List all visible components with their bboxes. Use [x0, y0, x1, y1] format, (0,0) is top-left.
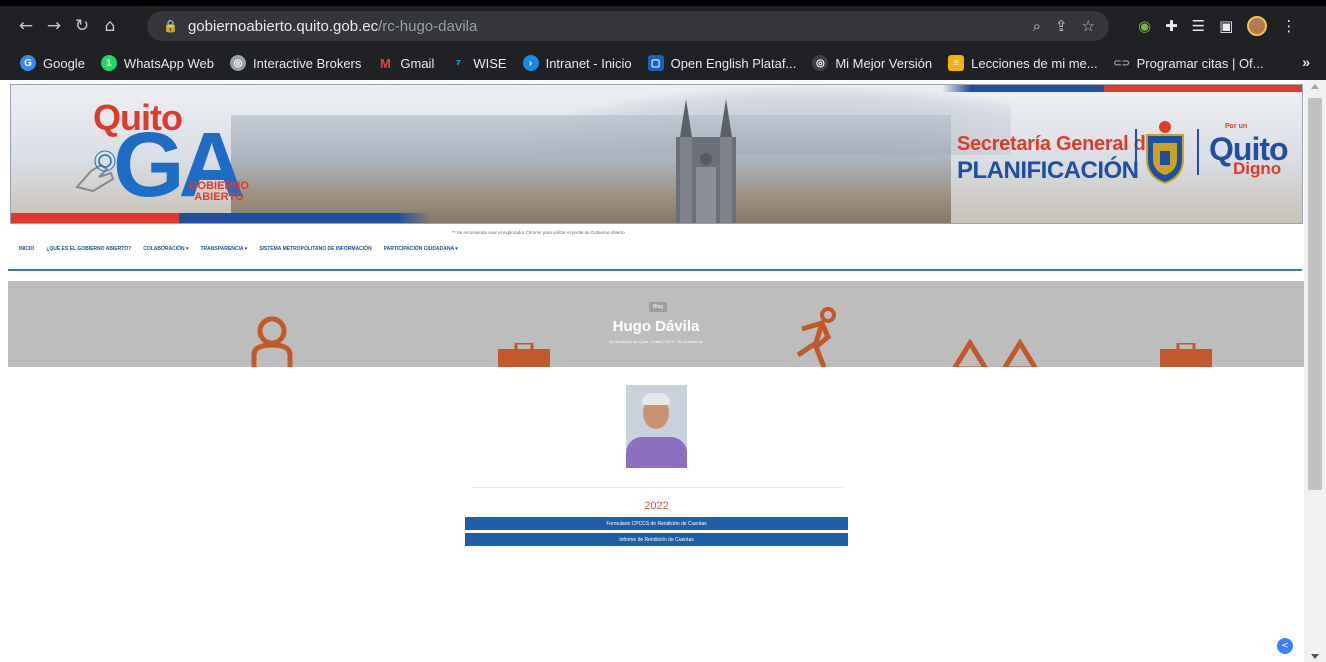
globe-icon: ◎	[230, 55, 247, 71]
document-icon: ≡	[948, 55, 965, 71]
address-bar[interactable]: 🔒 gobiernoabierto.quito.gob.ec/rc-hugo-d…	[147, 11, 1109, 41]
wise-icon: ⁷	[455, 55, 462, 71]
profile-photo	[626, 385, 687, 468]
menu-icon[interactable]: ⋮	[1281, 17, 1296, 35]
bookmark-lecciones[interactable]: ≡ Lecciones de mi me...	[948, 55, 1098, 71]
intranet-icon: ›	[522, 55, 539, 71]
side-panel-icon[interactable]: ▣	[1219, 17, 1233, 35]
briefcase-icon	[498, 343, 550, 367]
por-un-text: Por un	[1225, 123, 1248, 130]
nav-inicio[interactable]: INICIO	[19, 246, 34, 252]
profile-avatar-icon[interactable]	[1247, 16, 1268, 36]
post-hero: Blog Hugo Dávila By Municipio de Quito ·…	[8, 281, 1304, 367]
basilica-illustration	[676, 99, 736, 223]
home-icon[interactable]: ⌂	[96, 12, 124, 40]
nav-sistema-metropolitano[interactable]: SISTEMA METROPOLITANO DE INFORMACIÓN	[259, 246, 372, 252]
bookmark-whatsapp[interactable]: 1 WhatsApp Web	[100, 55, 214, 71]
share-icon[interactable]: ⇪	[1055, 17, 1068, 35]
scroll-down-arrow-icon[interactable]	[1311, 654, 1319, 659]
back-icon[interactable]: ←	[12, 12, 40, 40]
share-fab-icon[interactable]: <	[1277, 638, 1293, 654]
bookmark-programar-citas[interactable]: ⊂⊃ Programar citas | Of...	[1113, 55, 1263, 71]
logo-gobierno-abierto: GOBIERNO ABIERTO	[189, 180, 249, 203]
post-title: Hugo Dávila	[612, 318, 700, 335]
reload-icon[interactable]: ↻	[68, 12, 96, 40]
browser-chrome: ← → ↻ ⌂ 🔒 gobiernoabierto.quito.gob.ec/r…	[0, 0, 1326, 80]
google-icon: G	[20, 55, 36, 71]
main-navigation: INICIO ¿QUÉ ES EL GOBIERNO ABIERTO? COLA…	[19, 246, 458, 252]
year-heading: 2022	[644, 500, 669, 512]
whatsapp-icon: 1	[100, 55, 117, 71]
forward-icon[interactable]: →	[40, 12, 68, 40]
quito-coat-of-arms-icon	[1146, 121, 1184, 185]
lock-icon[interactable]: 🔒	[163, 19, 178, 33]
bookmark-open-english[interactable]: ▢ Open English Plataf...	[647, 55, 796, 71]
reading-list-icon[interactable]: ☰	[1192, 17, 1205, 35]
url-host: gobiernoabierto.quito.gob.ec	[187, 17, 379, 35]
more-bookmarks-button[interactable]: »	[1302, 54, 1310, 70]
url-path: /rc-hugo-davila	[378, 17, 478, 35]
quito-ga-logo[interactable]: Quito GA GOBIERNO ABIERTO	[71, 97, 251, 215]
planificacion-title: PLANIFICACIÓN	[957, 157, 1139, 184]
nav-colaboracion[interactable]: COLABORACIÓN ▾	[143, 246, 188, 252]
logo-divider	[1135, 129, 1137, 175]
bookmark-intranet[interactable]: › Intranet - Inicio	[522, 55, 632, 71]
header-banner: Quito GA GOBIERNO ABIERTO Secretaría Gen…	[10, 84, 1303, 224]
secretaria-planificacion-logo: Secretaría General de PLANIFICACIÓN Por …	[957, 119, 1297, 189]
zoom-icon[interactable]: ⌕	[1033, 17, 1041, 35]
nav-que-es-gobierno-abierto[interactable]: ¿QUÉ ES EL GOBIERNO ABIERTO?	[46, 246, 131, 252]
circle-icon: ◎	[812, 55, 829, 71]
logo-divider-2	[1197, 129, 1199, 175]
scroll-thumb[interactable]	[1308, 98, 1322, 490]
bookmark-gmail[interactable]: M Gmail	[377, 55, 434, 71]
bookmark-wise[interactable]: ⁷ WISE	[450, 55, 507, 71]
web-page: Quito GA GOBIERNO ABIERTO Secretaría Gen…	[0, 80, 1304, 662]
page-scrollbar[interactable]	[1304, 80, 1326, 662]
category-badge[interactable]: Blog	[649, 302, 668, 312]
informe-rendicion-button[interactable]: Informe de Rendición de Cuentas	[465, 533, 848, 546]
scroll-up-arrow-icon[interactable]	[1311, 84, 1319, 89]
banner-cityscape	[231, 115, 951, 223]
runner-icon	[796, 307, 836, 367]
nav-transparencia[interactable]: TRANSPARENCIA ▾	[201, 246, 248, 252]
content-divider	[473, 487, 843, 488]
link-icon: ⊂⊃	[1113, 57, 1130, 69]
puzzle-icon[interactable]: ✚	[1165, 17, 1178, 35]
post-meta: By Municipio de Quito · 6 abril, 2023 · …	[609, 339, 703, 344]
star-icon[interactable]: ☆	[1082, 17, 1095, 35]
bookmarks-bar: G Google 1 WhatsApp Web ◎ Interactive Broke…	[0, 48, 1326, 78]
extensions-icon[interactable]: ◉	[1138, 17, 1151, 35]
nav-underline	[8, 269, 1302, 271]
digno-text: Digno	[1233, 159, 1282, 178]
formulario-cpccs-button[interactable]: Formulario CPCCS de Rendición de Cuentas	[465, 517, 848, 530]
briefcase-icon-2	[1160, 343, 1212, 367]
bookmark-interactive-brokers[interactable]: ◎ Interactive Brokers	[230, 55, 361, 71]
secretaria-title: Secretaría General de	[957, 133, 1157, 155]
browser-recommendation-notice: ** Se recomienda usar el explorador Chro…	[452, 230, 625, 235]
open-english-icon: ▢	[647, 55, 664, 71]
banner-stripe-top	[942, 85, 1302, 92]
bookmark-google[interactable]: G Google	[20, 55, 85, 71]
nav-participacion-ciudadana[interactable]: PARTICIPACIÓN CIUDADANA ▾	[384, 246, 458, 252]
bookmark-mi-mejor-version[interactable]: ◎ Mi Mejor Versión	[812, 55, 932, 71]
gmail-icon: M	[379, 55, 391, 71]
browser-toolbar: ← → ↻ ⌂ 🔒 gobiernoabierto.quito.gob.ec/r…	[0, 6, 1326, 46]
